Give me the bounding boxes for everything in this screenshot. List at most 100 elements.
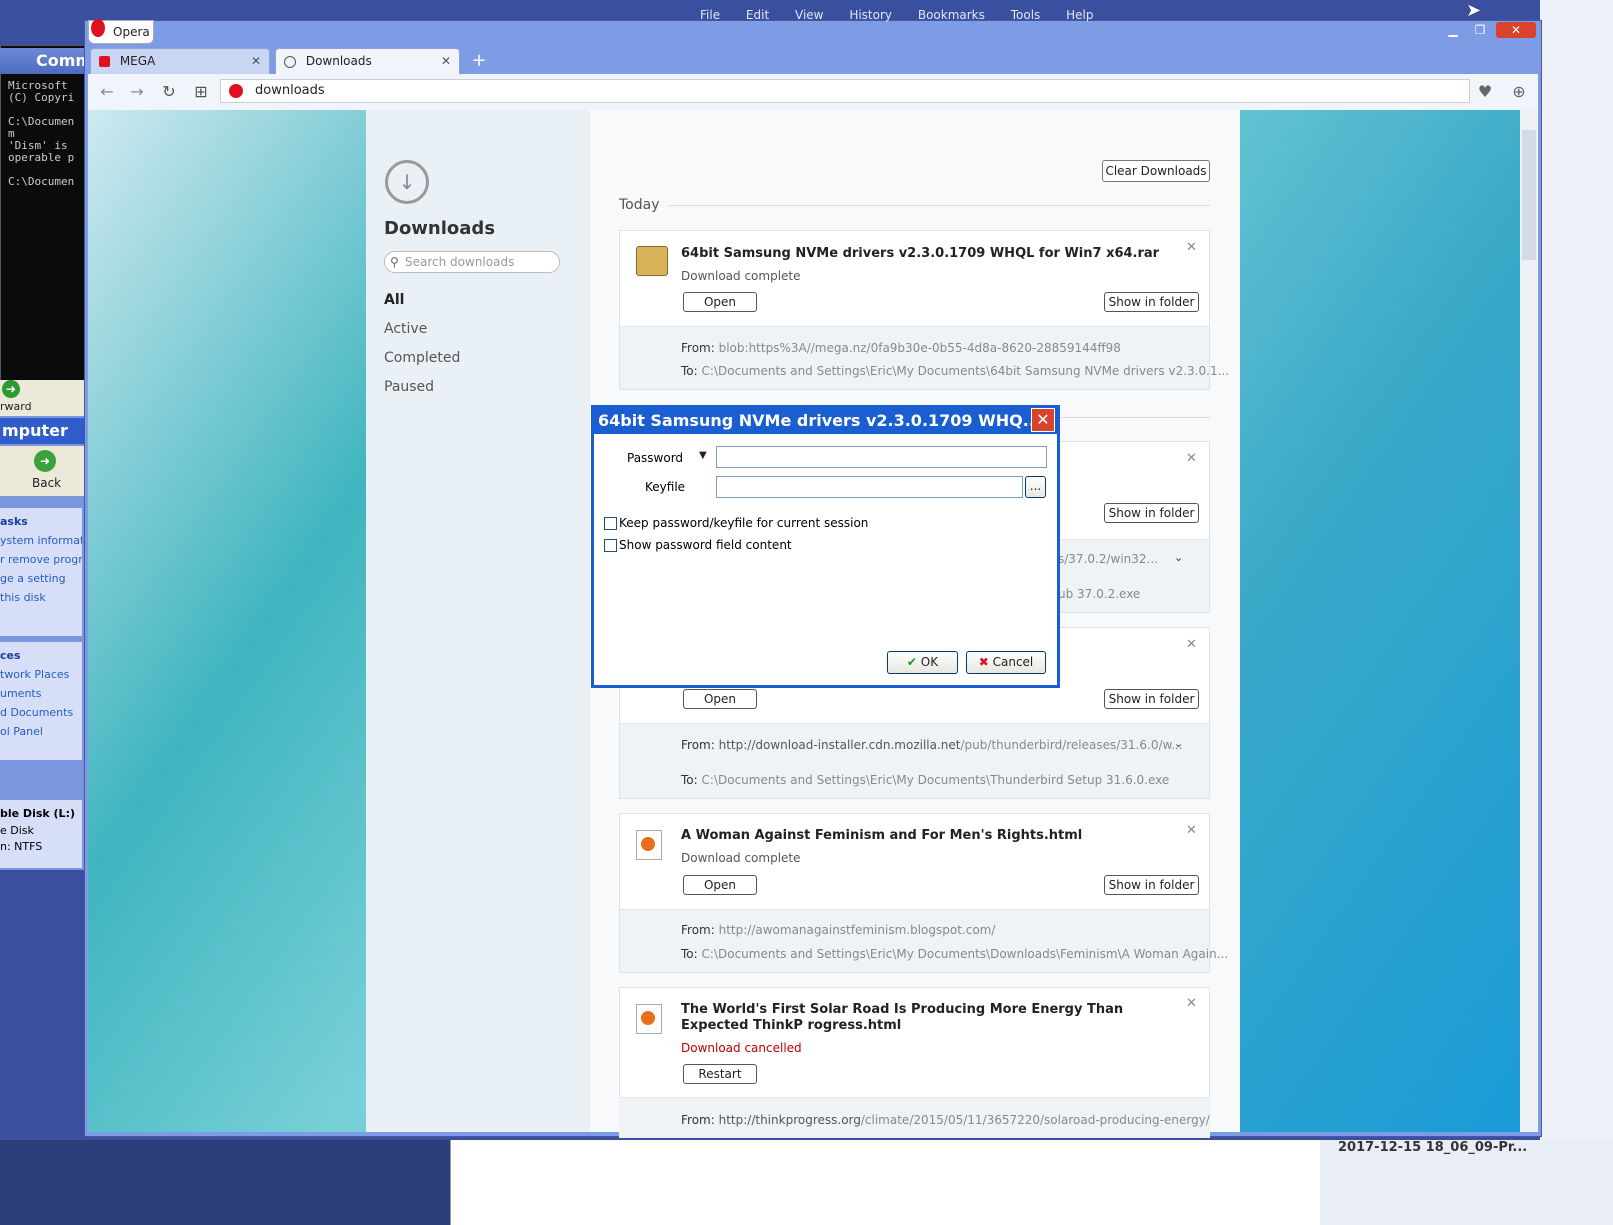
- forward-icon[interactable]: ➜: [2, 380, 20, 398]
- remove-item-icon[interactable]: ✕: [1186, 996, 1197, 1011]
- remove-item-icon[interactable]: ✕: [1186, 823, 1197, 838]
- password-label: Password: [627, 451, 684, 465]
- new-tab-button[interactable]: +: [470, 50, 488, 72]
- search-input[interactable]: ⚲ Search downloads: [384, 251, 560, 273]
- password-input[interactable]: [716, 446, 1047, 468]
- clear-downloads-button[interactable]: Clear Downloads: [1102, 160, 1210, 182]
- nav-paused[interactable]: Paused: [384, 379, 434, 395]
- password-dropdown-icon[interactable]: ▼: [699, 450, 707, 461]
- restart-button[interactable]: Restart: [683, 1064, 757, 1084]
- scrollbar-thumb[interactable]: [1522, 130, 1536, 260]
- task-link[interactable]: ge a setting: [0, 569, 82, 588]
- back-arrow-icon[interactable]: ←: [96, 82, 118, 102]
- speed-dial-icon[interactable]: ⊞: [190, 82, 212, 102]
- file-name[interactable]: A Woman Against Feminism and For Men's R…: [681, 828, 1082, 843]
- cancel-button[interactable]: ✖ Cancel: [966, 651, 1046, 674]
- from-host[interactable]: http://thinkprogress.org: [719, 1113, 861, 1127]
- ok-button[interactable]: ✔ OK: [887, 651, 958, 674]
- keep-password-checkbox[interactable]: [604, 517, 617, 530]
- keep-password-label[interactable]: Keep password/keyfile for current sessio…: [619, 516, 868, 530]
- menu-help[interactable]: Help: [1066, 8, 1093, 22]
- open-button[interactable]: Open: [683, 292, 757, 312]
- reload-icon[interactable]: ↻: [158, 82, 180, 102]
- browse-keyfile-button[interactable]: ...: [1025, 476, 1046, 498]
- opera-menu-button[interactable]: Opera: [88, 19, 154, 44]
- forward-arrow-icon[interactable]: →: [126, 82, 148, 102]
- section-today: Today: [619, 197, 660, 213]
- task-link[interactable]: ystem information: [0, 531, 82, 550]
- downloads-icon[interactable]: ⊕: [1508, 82, 1530, 102]
- place-link[interactable]: ol Panel: [0, 722, 82, 741]
- forward-label[interactable]: rward: [0, 400, 32, 413]
- nav-completed[interactable]: Completed: [384, 350, 460, 366]
- tab-mega[interactable]: MEGA ✕: [90, 48, 270, 74]
- to-path[interactable]: C:\Documents and Settings\Eric\My Docume…: [702, 947, 1229, 961]
- place-link[interactable]: twork Places: [0, 665, 82, 684]
- address-field[interactable]: downloads: [220, 79, 1470, 103]
- file-name[interactable]: 64bit Samsung NVMe drivers v2.3.0.1709 W…: [681, 246, 1159, 261]
- back-label[interactable]: Back: [32, 476, 61, 490]
- from-path[interactable]: /pub/thunderbird/releases/31.6.0/w...: [961, 738, 1183, 752]
- open-button[interactable]: Open: [683, 689, 757, 709]
- to-path[interactable]: C:\Documents and Settings\Eric\My Docume…: [702, 773, 1170, 787]
- background-list-pane: 2017-12-15 18_06_09-Pr...: [1320, 1140, 1613, 1225]
- menu-view[interactable]: View: [795, 8, 823, 22]
- show-in-folder-button[interactable]: Show in folder: [1104, 875, 1199, 895]
- remove-item-icon[interactable]: ✕: [1186, 240, 1197, 255]
- to-label: To:: [681, 947, 698, 961]
- menu-edit[interactable]: Edit: [746, 8, 769, 22]
- maximize-button[interactable]: ❐: [1469, 22, 1491, 38]
- close-tab-icon[interactable]: ✕: [251, 49, 261, 73]
- places-header: ces: [0, 649, 21, 662]
- expand-chevron-icon[interactable]: ⌄: [1174, 551, 1183, 564]
- dialog-title: 64bit Samsung NVMe drivers v2.3.0.1709 W…: [594, 408, 1057, 434]
- keyfile-input[interactable]: [716, 476, 1023, 498]
- show-in-folder-button[interactable]: Show in folder: [1104, 292, 1199, 312]
- minimize-button[interactable]: ▁: [1442, 22, 1464, 38]
- from-url[interactable]: s/37.0.2/win32...: [1058, 552, 1158, 566]
- from-host[interactable]: http://download-installer.cdn.mozilla.ne…: [719, 738, 961, 752]
- download-details: [620, 909, 1209, 972]
- menu-tools[interactable]: Tools: [1011, 8, 1041, 22]
- place-link[interactable]: uments: [0, 684, 82, 703]
- menu-bookmarks[interactable]: Bookmarks: [918, 8, 985, 22]
- expand-chevron-icon[interactable]: ⌄: [1174, 737, 1183, 750]
- menu-file[interactable]: File: [700, 8, 720, 22]
- close-tab-icon[interactable]: ✕: [441, 49, 451, 73]
- from-path[interactable]: /climate/2015/05/11/3657220/solaroad-pro…: [861, 1113, 1210, 1127]
- tab-downloads[interactable]: Downloads ✕: [275, 48, 460, 74]
- open-button[interactable]: Open: [683, 875, 757, 895]
- to-path[interactable]: C:\Documents and Settings\Eric\My Docume…: [702, 364, 1230, 378]
- search-icon: ⚲: [390, 255, 399, 269]
- page-scrollbar[interactable]: [1520, 110, 1538, 1132]
- disk-name: ble Disk (L:): [0, 807, 75, 820]
- disk-fs: n: NTFS: [0, 840, 43, 853]
- background-window-pane: [450, 1140, 1321, 1225]
- from-label: From:: [681, 341, 715, 355]
- show-password-label[interactable]: Show password field content: [619, 538, 792, 552]
- nav-all[interactable]: All: [384, 292, 404, 308]
- section-divider: [668, 205, 1210, 206]
- download-tab-icon: [284, 55, 296, 68]
- show-in-folder-button[interactable]: Show in folder: [1104, 689, 1199, 709]
- remove-item-icon[interactable]: ✕: [1186, 637, 1197, 652]
- from-url[interactable]: http://awomanagainstfeminism.blogspot.co…: [719, 923, 996, 937]
- to-path[interactable]: ub 37.0.2.exe: [1058, 587, 1140, 601]
- back-icon[interactable]: ➜: [34, 450, 56, 472]
- nav-active[interactable]: Active: [384, 321, 427, 337]
- menu-history[interactable]: History: [849, 8, 892, 22]
- from-url[interactable]: blob:https%3A//mega.nz/0fa9b30e-0b55-4d8…: [719, 341, 1121, 355]
- file-name[interactable]: The World's First Solar Road Is Producin…: [681, 1002, 1171, 1034]
- firefox-icon: [641, 837, 655, 851]
- show-in-folder-button[interactable]: Show in folder: [1104, 503, 1199, 523]
- task-link[interactable]: this disk: [0, 588, 82, 607]
- close-window-button[interactable]: ✕: [1496, 22, 1536, 38]
- bookmark-heart-icon[interactable]: ♥: [1474, 82, 1496, 102]
- dialog-close-button[interactable]: ✕: [1031, 408, 1055, 432]
- task-link[interactable]: r remove program: [0, 550, 82, 569]
- place-link[interactable]: d Documents: [0, 703, 82, 722]
- remove-item-icon[interactable]: ✕: [1186, 451, 1197, 466]
- background-file-item[interactable]: 2017-12-15 18_06_09-Pr...: [1338, 1140, 1527, 1155]
- background-menubar: File Edit View History Bookmarks Tools H…: [700, 8, 1480, 26]
- show-password-checkbox[interactable]: [604, 539, 617, 552]
